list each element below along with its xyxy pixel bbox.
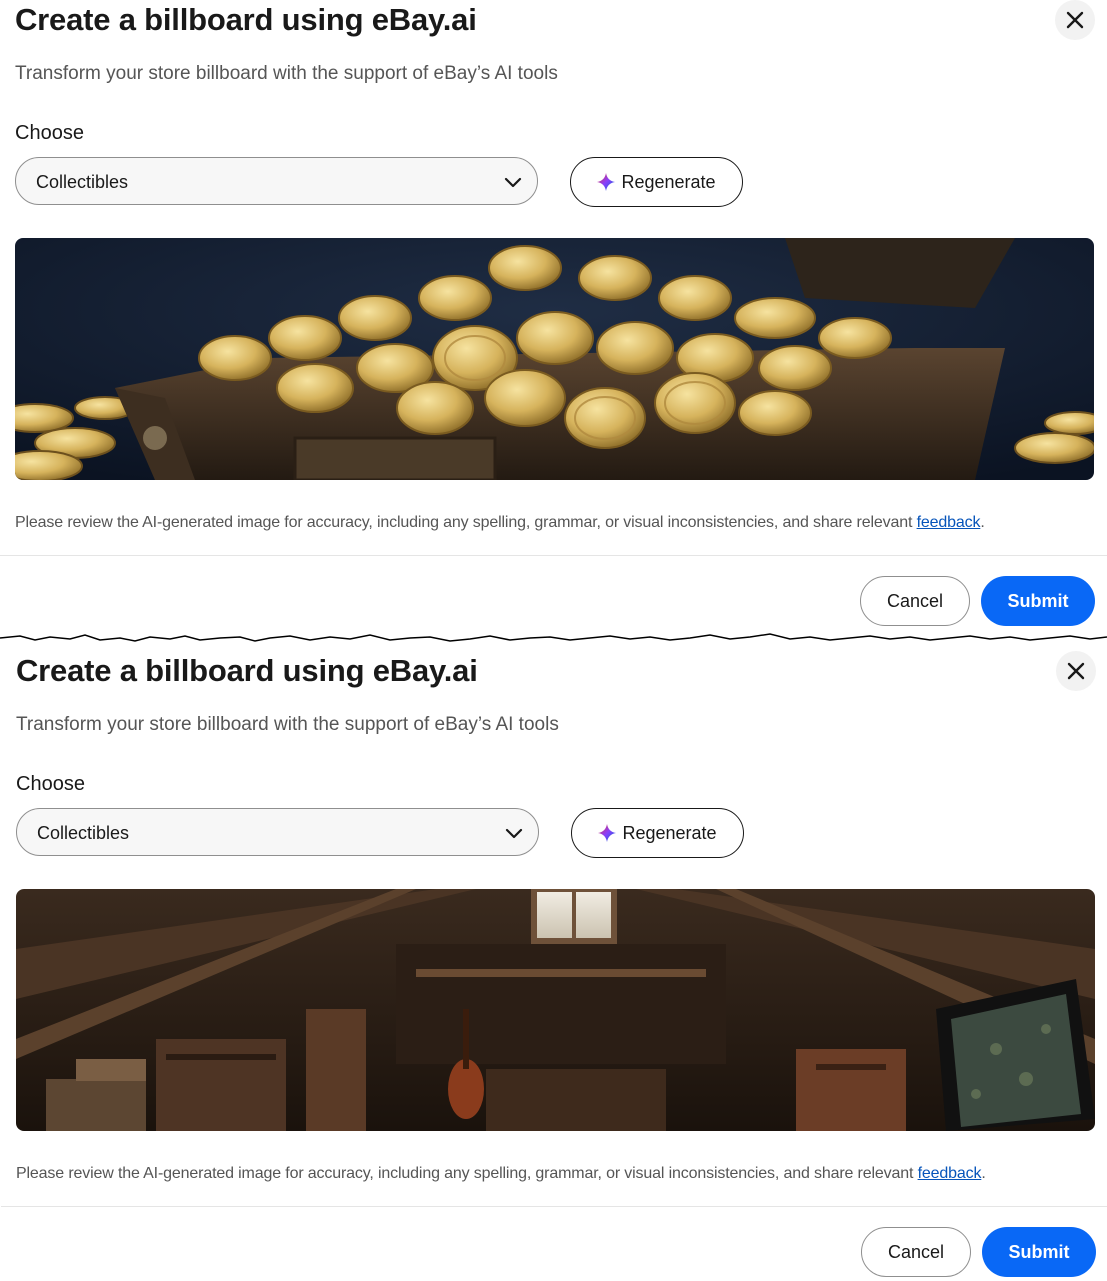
regenerate-label: Regenerate	[621, 172, 716, 192]
chevron-down-icon	[504, 177, 522, 188]
treasure-chest-coins-image	[15, 238, 1094, 480]
category-select-value: Collectibles	[36, 172, 129, 192]
close-icon	[1067, 662, 1085, 680]
billboard-preview-image	[16, 889, 1095, 1131]
attic-collectibles-image	[16, 889, 1095, 1131]
category-select[interactable]: Collectibles	[15, 157, 538, 205]
regenerate-label: Regenerate	[622, 823, 717, 843]
ai-disclaimer-text: Please review the AI-generated image for…	[15, 514, 917, 531]
chevron-down-icon	[505, 828, 523, 839]
footer-divider	[1, 1206, 1107, 1207]
category-select-value: Collectibles	[37, 823, 130, 843]
billboard-dialog-2: Create a billboard using eBay.ai Transfo…	[0, 640, 1107, 1280]
regenerate-button[interactable]: Regenerate	[570, 157, 743, 207]
choose-label: Choose	[15, 122, 84, 144]
torn-edge-divider	[0, 633, 1107, 642]
regenerate-button[interactable]: Regenerate	[571, 808, 744, 858]
close-button[interactable]	[1056, 651, 1096, 691]
feedback-link[interactable]: feedback	[918, 1165, 982, 1182]
submit-button[interactable]: Submit	[982, 1227, 1096, 1277]
ai-disclaimer: Please review the AI-generated image for…	[16, 1165, 986, 1182]
dialog-subtitle: Transform your store billboard with the …	[16, 714, 559, 735]
ai-disclaimer-text: Please review the AI-generated image for…	[16, 1165, 918, 1182]
close-icon	[1066, 11, 1084, 29]
choose-label: Choose	[16, 773, 85, 795]
ai-disclaimer: Please review the AI-generated image for…	[15, 514, 985, 531]
category-select[interactable]: Collectibles	[16, 808, 539, 856]
billboard-dialog-1: Create a billboard using eBay.ai Transfo…	[0, 0, 1107, 640]
cancel-button[interactable]: Cancel	[861, 1227, 971, 1277]
close-button[interactable]	[1055, 0, 1095, 40]
feedback-link[interactable]: feedback	[917, 514, 981, 531]
dialog-subtitle: Transform your store billboard with the …	[15, 63, 558, 84]
footer-divider	[0, 555, 1107, 556]
cancel-button[interactable]: Cancel	[860, 576, 970, 626]
submit-button[interactable]: Submit	[981, 576, 1095, 626]
sparkle-icon	[598, 824, 617, 842]
dialog-title: Create a billboard using eBay.ai	[16, 653, 478, 688]
sparkle-icon	[597, 173, 616, 191]
billboard-preview-image	[15, 238, 1094, 480]
dialog-title: Create a billboard using eBay.ai	[15, 2, 477, 37]
